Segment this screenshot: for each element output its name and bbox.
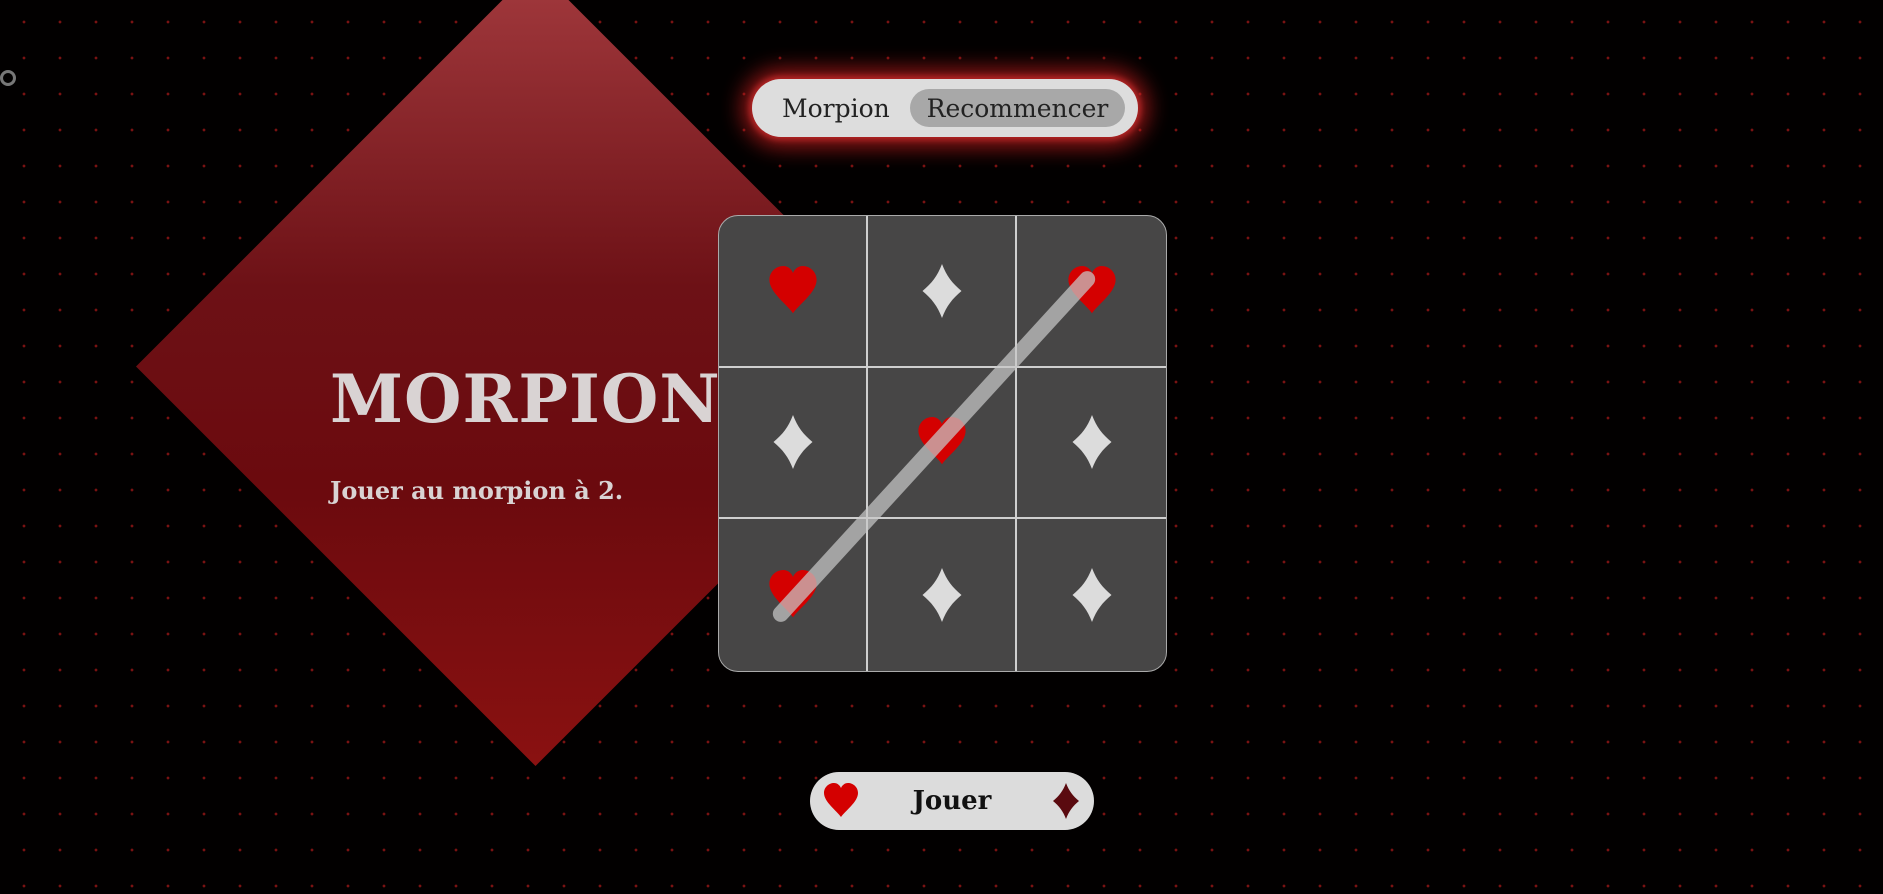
board-cell[interactable] [868,519,1017,671]
diamond-icon [921,566,963,624]
cursor-ring-icon [0,70,16,86]
board-cell[interactable] [1017,519,1166,671]
board-cell[interactable] [719,519,868,671]
top-navbar: Morpion Recommencer [752,79,1138,137]
game-stage: MORPION Jouer au morpion à 2. Morpion Re… [0,0,1883,894]
diamond-icon [1071,413,1113,471]
hero-subtitle: Jouer au morpion à 2. [330,476,624,505]
heart-icon [768,264,818,318]
restart-button[interactable]: Recommencer [910,89,1125,127]
board-cell[interactable] [868,216,1017,368]
board-cell[interactable] [719,367,868,520]
game-board [718,215,1167,672]
diamond-icon [1052,782,1080,824]
diamond-icon [772,413,814,471]
diamond-icon [1071,566,1113,624]
heart-icon [1067,264,1117,318]
diamond-icon [921,262,963,320]
heart-icon [768,568,818,622]
heart-icon [823,782,859,824]
board-cell[interactable] [719,216,868,368]
navbar-brand: Morpion [782,94,890,123]
play-controls: Jouer [810,772,1094,830]
board-cell[interactable] [1017,216,1166,368]
heart-icon [917,415,967,469]
hero-title: MORPION [330,360,721,438]
board-cell[interactable] [1017,368,1166,520]
board-cell[interactable] [868,367,1017,520]
play-button[interactable]: Jouer [892,780,1012,822]
